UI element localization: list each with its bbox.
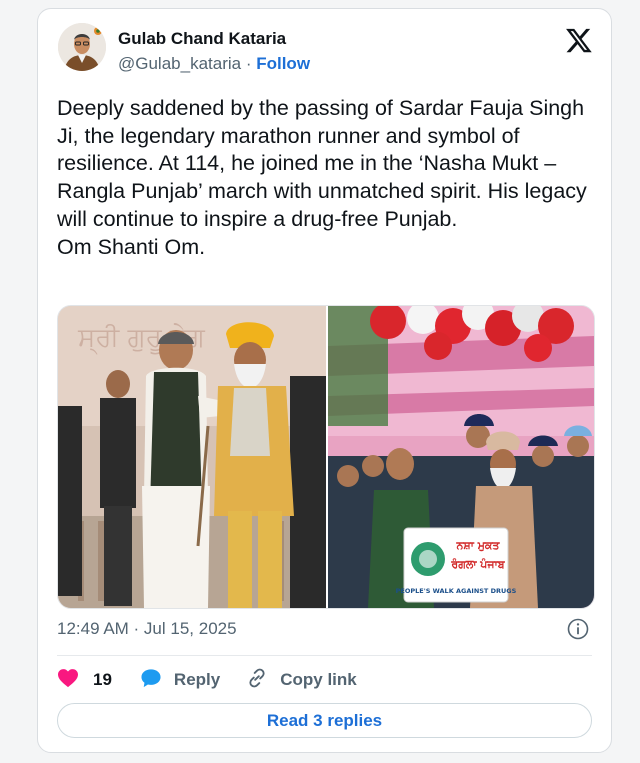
author-avatar[interactable] bbox=[58, 23, 106, 71]
copy-link-label: Copy link bbox=[280, 670, 357, 689]
heart-icon bbox=[57, 668, 79, 693]
tweet-card: Gulab Chand Kataria @Gulab_kataria · Fol… bbox=[37, 8, 612, 753]
copy-link-button[interactable]: Copy link bbox=[246, 667, 357, 694]
author-name[interactable]: Gulab Chand Kataria bbox=[118, 29, 286, 49]
media-photo-1[interactable]: ਸ੍ਰੀ ਗੁਰੂ ਤੇਗ bbox=[58, 306, 326, 608]
sign-text-line1: ਨਸ਼ਾ ਮੁਕਤ bbox=[456, 539, 501, 552]
reply-button[interactable]: Reply bbox=[140, 668, 220, 693]
media-photo-2[interactable]: ਨਸ਼ਾ ਮੁਕਤ ਰੰਗਲਾ ਪੰਜਾਬ PEOPLE'S WALK AGAI… bbox=[328, 306, 594, 608]
tweet-text: Deeply saddened by the passing of Sardar… bbox=[57, 96, 587, 259]
link-icon bbox=[246, 667, 268, 694]
tweet-timestamp[interactable]: 12:49 AM · Jul 15, 2025 bbox=[57, 619, 237, 639]
read-replies-button[interactable]: Read 3 replies bbox=[57, 703, 592, 738]
author-handle-line: @Gulab_kataria · Follow bbox=[118, 54, 310, 74]
tweet-actions: 19 Reply Copy link bbox=[57, 664, 357, 696]
follow-button[interactable]: Follow bbox=[256, 54, 310, 73]
like-count: 19 bbox=[93, 670, 112, 689]
info-icon[interactable] bbox=[567, 618, 589, 640]
reply-bubble-icon bbox=[140, 668, 162, 693]
sign-caption: PEOPLE'S WALK AGAINST DRUGS bbox=[396, 587, 517, 595]
tweet-media[interactable]: ਸ੍ਰੀ ਗੁਰੂ ਤੇਗ ਨਸ਼ਾ ਮੁਕਤ ਰੰਗਲਾ ਪੰਜਾਬ PEOP… bbox=[57, 305, 595, 609]
handle-separator: · bbox=[241, 54, 257, 73]
actions-divider bbox=[57, 655, 592, 656]
x-logo-icon[interactable] bbox=[565, 26, 593, 54]
reply-label: Reply bbox=[173, 670, 221, 689]
sign-text-line2: ਰੰਗਲਾ ਪੰਜਾਬ bbox=[450, 557, 505, 571]
author-handle[interactable]: @Gulab_kataria bbox=[118, 54, 241, 73]
like-button[interactable]: 19 bbox=[57, 668, 112, 693]
